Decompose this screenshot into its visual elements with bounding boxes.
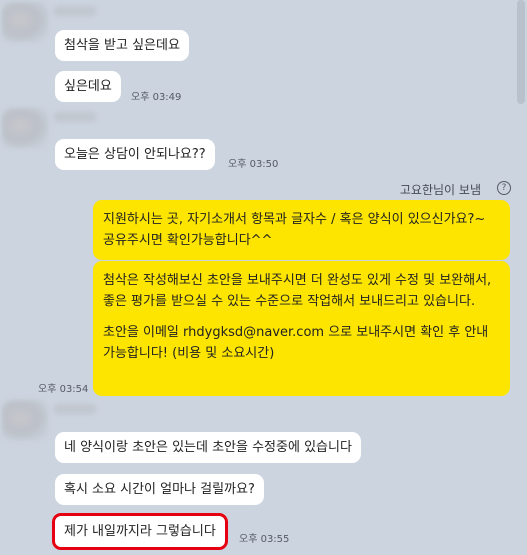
message-bubble: 지원하시는 곳, 자기소개서 항목과 글자수 / 혹은 양식이 있으신가요?~ …	[93, 200, 510, 260]
sender-name	[54, 404, 96, 414]
message-paragraph: 첨삭은 작성해보신 초안을 보내주시면 더 완성도 있게 수정 및 보완해서, …	[103, 273, 492, 309]
message-bubble: 첨삭은 작성해보신 초안을 보내주시면 더 완성도 있게 수정 및 보완해서, …	[93, 261, 510, 396]
message-bubble: 첨삭을 받고 싶은데요	[55, 30, 189, 61]
message-bubble: 싶은데요	[55, 71, 121, 102]
sender-label: 고요한님이 보냄	[399, 183, 481, 197]
sender-name	[54, 6, 96, 16]
message-time: 오후 03:49	[131, 92, 182, 103]
message-time: 오후 03:54	[38, 384, 89, 395]
message-bubble: 네 양식이랑 초안은 있는데 초안을 수정중에 있습니다	[55, 432, 361, 463]
message-bubble: 혹시 소요 시간이 얼마나 걸릴까요?	[55, 474, 264, 505]
message-time: 오후 03:50	[228, 159, 279, 170]
avatar[interactable]	[2, 2, 48, 42]
avatar[interactable]	[2, 108, 48, 148]
avatar[interactable]	[2, 400, 48, 440]
message-bubble: 오늘은 상담이 안되나요??	[55, 139, 215, 170]
message-paragraph: 초안을 이메일 rhdygksd@naver.com 으로 보내주시면 확인 후…	[103, 325, 489, 361]
message-bubble-highlighted: 제가 내일까지라 그렇습니다	[52, 513, 228, 550]
sender-name	[54, 112, 96, 122]
help-icon[interactable]: ?	[497, 181, 511, 195]
scrollbar[interactable]	[517, 0, 525, 104]
message-time: 오후 03:55	[239, 534, 290, 545]
